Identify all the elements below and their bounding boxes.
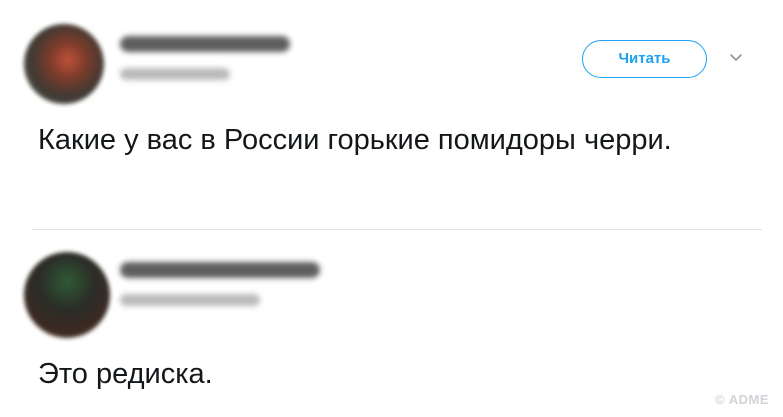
user-handle-blurred: [120, 294, 260, 306]
reply-text: Это редиска.: [38, 358, 213, 390]
avatar[interactable]: [24, 24, 104, 104]
tweet-text: Какие у вас в России горькие помидоры че…: [38, 124, 672, 156]
user-handle-blurred: [120, 68, 230, 80]
watermark: © ADME: [715, 392, 769, 407]
divider: [32, 229, 762, 230]
chevron-down-icon[interactable]: [728, 50, 744, 66]
follow-button[interactable]: Читать: [582, 40, 707, 78]
user-name-blurred[interactable]: [120, 36, 290, 52]
tweet-main: Читать Какие у вас в России горькие поми…: [0, 0, 783, 228]
avatar[interactable]: [24, 252, 110, 338]
tweet-reply: Это редиска.: [0, 232, 783, 417]
user-name-blurred[interactable]: [120, 262, 320, 278]
